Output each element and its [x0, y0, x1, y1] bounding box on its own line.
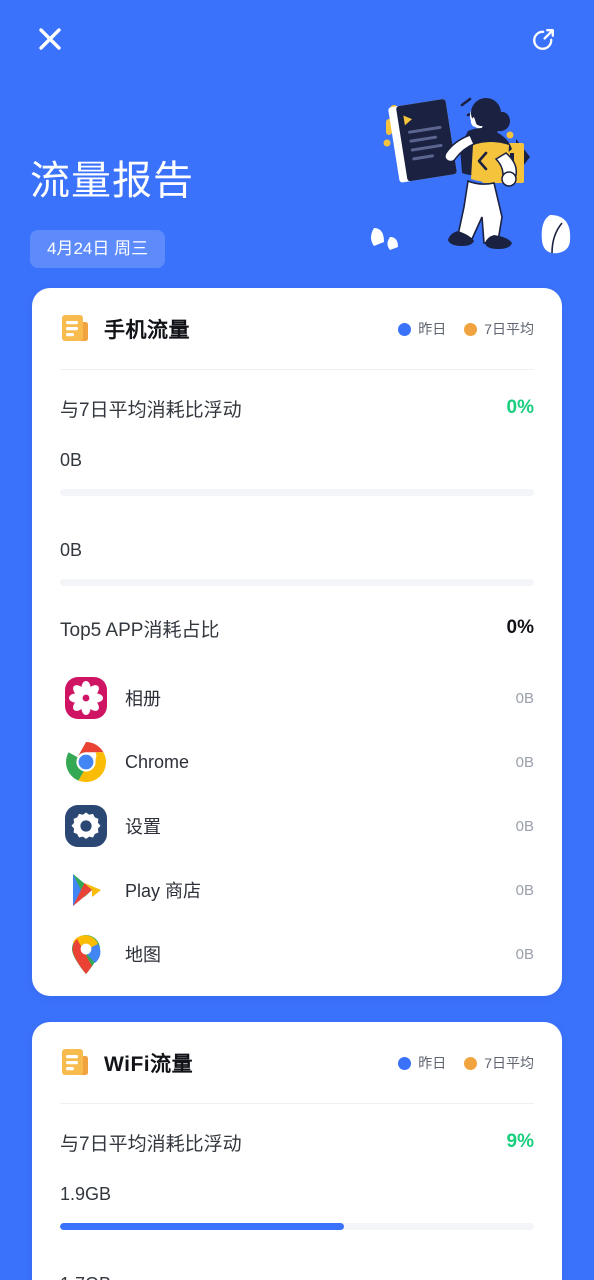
float-comparison-value: 0%	[506, 397, 534, 418]
top5-label: Top5 APP消耗占比	[60, 619, 220, 641]
legend-dot-orange	[464, 1056, 478, 1070]
document-list-icon	[60, 1047, 90, 1079]
maps-pin-icon	[65, 933, 107, 975]
close-icon	[36, 25, 64, 53]
bar-track-average	[60, 579, 534, 586]
bar-value-yesterday: 0B	[60, 450, 83, 470]
card-body: 与7日平均消耗比浮动 0% 0B 0B Top5 APP消耗占比 0% 相册 0…	[32, 370, 562, 992]
list-item[interactable]: 地图 0B	[60, 922, 534, 986]
bar-track-yesterday	[60, 489, 534, 496]
card-title: WiFi流量	[104, 1053, 194, 1076]
traffic-report-screen: 流量报告 4月24日 周三 手机流量 昨日 7日平均 与7日平均消耗比浮动 0%…	[0, 0, 594, 1280]
app-name: Play 商店	[125, 881, 202, 901]
list-item[interactable]: Chrome 0B	[60, 730, 534, 794]
card-body: 与7日平均消耗比浮动 9% 1.9GB 1.7GB	[32, 1104, 562, 1280]
legend-item-seven-day-avg: 7日平均	[464, 319, 534, 339]
legend-item-yesterday: 昨日	[398, 1053, 446, 1073]
bar-block-yesterday: 1.9GB	[60, 1180, 534, 1230]
legend-dot-blue	[398, 1056, 412, 1070]
app-usage: 0B	[515, 881, 534, 899]
top5-value: 0%	[506, 617, 534, 638]
document-list-icon	[60, 313, 90, 345]
bar-value-average: 0B	[60, 540, 83, 560]
legend-item-yesterday: 昨日	[398, 319, 446, 339]
legend-label-seven-day-avg: 7日平均	[484, 1055, 534, 1071]
header-divider	[60, 369, 534, 370]
mobile-data-card: 手机流量 昨日 7日平均 与7日平均消耗比浮动 0% 0B 0B Top5 AP…	[32, 288, 562, 996]
bar-fill-yesterday	[60, 1223, 345, 1230]
bar-value-yesterday: 1.9GB	[60, 1184, 112, 1204]
bar-spacer	[60, 496, 534, 536]
app-usage: 0B	[515, 945, 534, 963]
bar-track-yesterday	[60, 1223, 534, 1230]
hero-section: 流量报告 4月24日 周三	[0, 78, 594, 283]
bar-value-average: 1.7GB	[60, 1274, 534, 1280]
float-comparison-value: 9%	[506, 1131, 534, 1152]
legend-dot-blue	[398, 322, 412, 336]
photos-icon	[65, 677, 107, 719]
app-usage: 0B	[515, 753, 534, 771]
legend-label-yesterday: 昨日	[418, 1055, 447, 1071]
app-name: 设置	[125, 817, 161, 837]
list-item[interactable]: Play 商店 0B	[60, 858, 534, 922]
wifi-data-card: WiFi流量 昨日 7日平均 与7日平均消耗比浮动 9% 1.9GB	[32, 1022, 562, 1280]
legend: 昨日 7日平均	[398, 319, 534, 339]
top-bar	[0, 0, 594, 78]
legend-item-seven-day-avg: 7日平均	[464, 1053, 534, 1073]
header-divider	[60, 1103, 534, 1104]
legend: 昨日 7日平均	[398, 1053, 534, 1073]
bar-spacer	[60, 1230, 534, 1270]
app-name: 地图	[125, 945, 161, 965]
app-usage: 0B	[515, 689, 534, 707]
card-header: 手机流量 昨日 7日平均	[32, 288, 562, 370]
card-header: WiFi流量 昨日 7日平均	[32, 1022, 562, 1104]
list-item[interactable]: 设置 0B	[60, 794, 534, 858]
app-usage: 0B	[515, 817, 534, 835]
report-illustration	[364, 83, 594, 258]
list-item[interactable]: 相册 0B	[60, 666, 534, 730]
top5-header-row: Top5 APP消耗占比 0%	[60, 590, 534, 666]
bar-block-yesterday: 0B	[60, 446, 534, 496]
legend-label-seven-day-avg: 7日平均	[484, 321, 534, 337]
share-icon	[529, 24, 559, 54]
top5-app-list: 相册 0B Chrome 0B 设置 0B Play 商店 0B 地图 0B	[60, 666, 534, 992]
play-store-icon	[65, 869, 107, 911]
float-comparison-label: 与7日平均消耗比浮动	[60, 399, 242, 421]
legend-label-yesterday: 昨日	[418, 321, 447, 337]
share-button[interactable]	[524, 19, 564, 59]
float-comparison-label: 与7日平均消耗比浮动	[60, 1133, 242, 1155]
legend-dot-orange	[464, 322, 478, 336]
float-comparison-row: 与7日平均消耗比浮动 0%	[60, 370, 534, 446]
bar-block-average: 1.7GB	[60, 1270, 534, 1280]
chrome-icon	[65, 741, 107, 783]
settings-gear-icon	[65, 805, 107, 847]
card-title: 手机流量	[104, 319, 190, 342]
page-title: 流量报告	[30, 159, 194, 203]
app-name: 相册	[125, 689, 161, 709]
date-badge: 4月24日 周三	[30, 230, 166, 268]
app-name: Chrome	[125, 751, 190, 772]
close-button[interactable]	[30, 19, 70, 59]
bar-block-average: 0B	[60, 536, 534, 586]
float-comparison-row: 与7日平均消耗比浮动 9%	[60, 1104, 534, 1180]
